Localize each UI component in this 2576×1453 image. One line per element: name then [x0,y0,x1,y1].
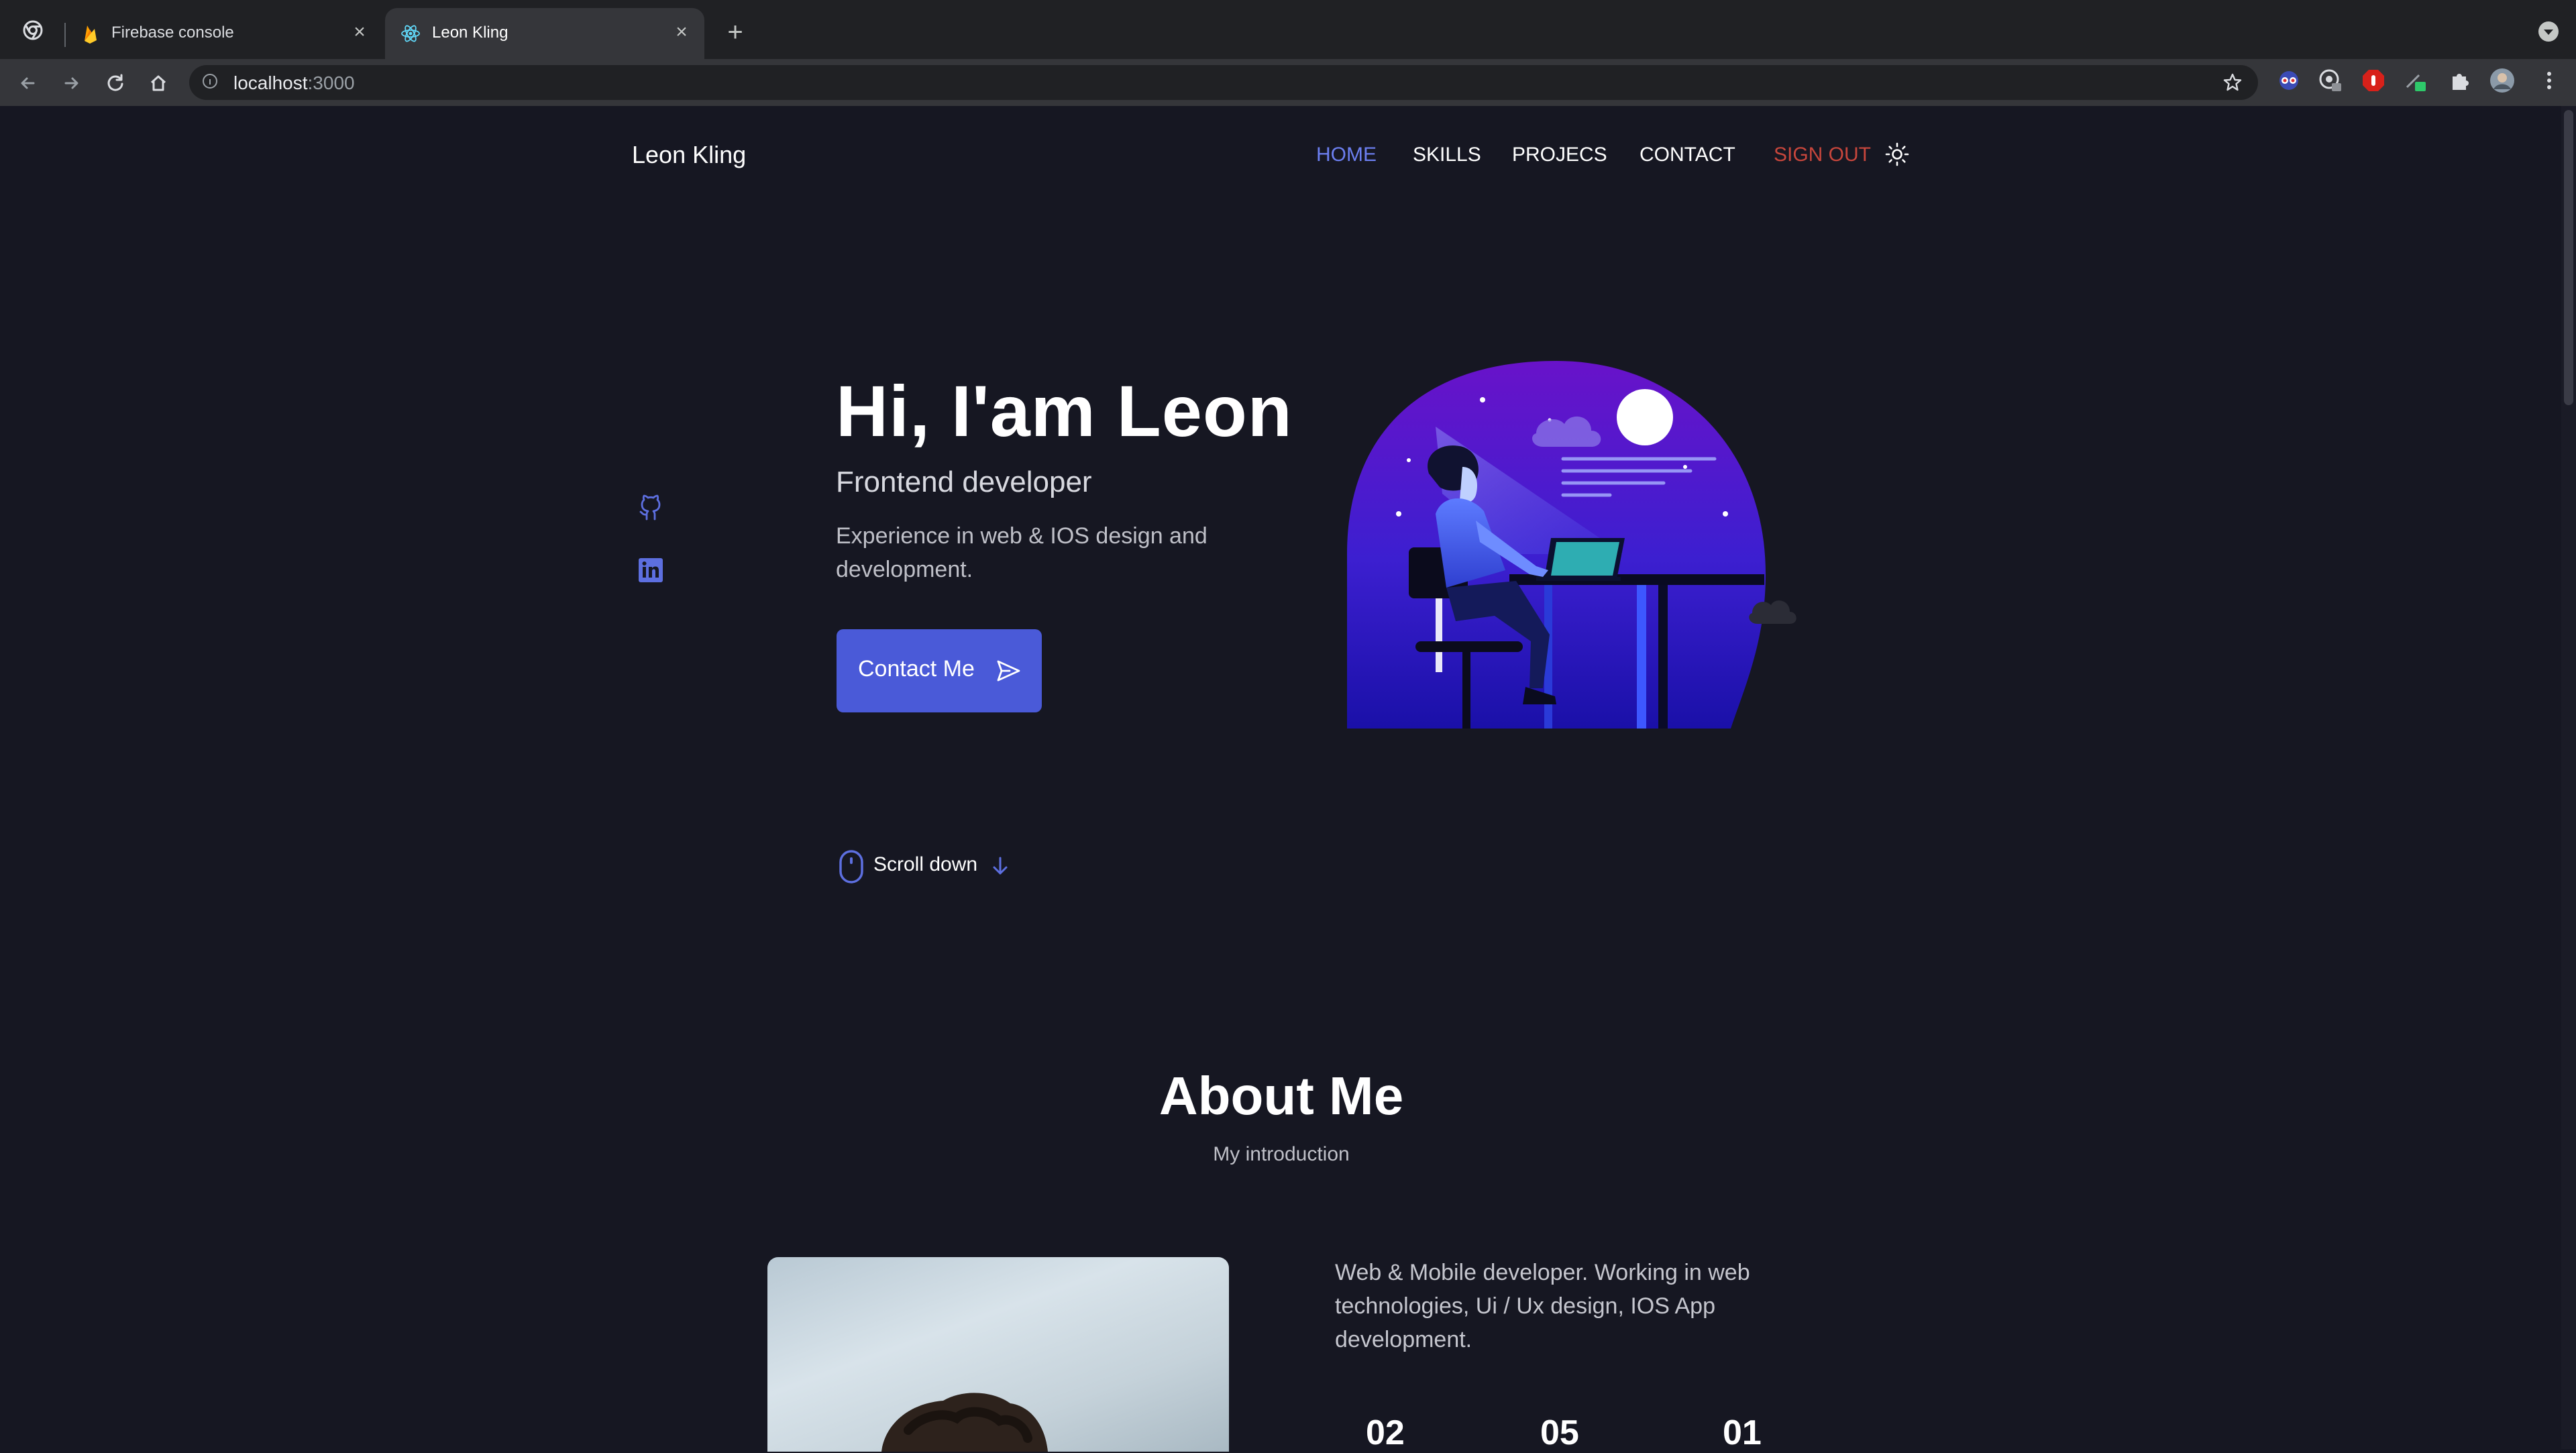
about-subtitle: My introduction [1213,1143,1350,1165]
tab-leon-kling[interactable]: Leon Kling × [385,8,704,59]
extension-chrome-cast-icon[interactable] [2317,67,2344,94]
tab-firebase-console[interactable]: Firebase console × [64,8,382,59]
profile-photo-image [881,1393,1048,1452]
about-title: About Me [1159,1066,1404,1126]
hero-title: Hi, I'am Leon [836,370,1293,451]
chrome-logo-icon [23,20,43,40]
close-tab-icon[interactable]: × [669,20,694,44]
new-tab-button[interactable]: + [720,19,750,48]
send-icon [997,660,1020,682]
firebase-icon [85,25,97,44]
nav-contact[interactable]: CONTACT [1640,144,1735,166]
tab-title: Leon Kling [432,23,508,42]
reload-icon[interactable] [101,68,130,98]
extension-glasses-icon[interactable] [2275,67,2302,94]
site-info-icon[interactable] [203,74,217,89]
site-brand[interactable]: Leon Kling [632,141,746,169]
forward-icon[interactable] [56,68,86,98]
browser-toolbar: localhost:3000 [0,59,2576,106]
contact-me-label: Contact Me [858,656,975,682]
nav-home[interactable]: HOME [1316,144,1377,166]
linkedin-icon[interactable] [637,557,664,584]
profile-avatar-icon[interactable] [2489,67,2516,94]
tab-title: Firebase console [111,23,234,42]
extension-adblock-icon[interactable] [2360,67,2387,94]
stat-value: 05 [1540,1413,1579,1452]
sign-out-link[interactable]: SIGN OUT [1774,144,1871,166]
close-tab-icon[interactable]: × [347,20,372,44]
browser-tabstrip: Firebase console × Leon Kling × + [0,0,2576,59]
url-text[interactable]: localhost:3000 [233,72,355,94]
extension-pen-icon[interactable] [2402,67,2428,94]
address-bar[interactable]: localhost:3000 [189,65,2258,100]
profile-photo [767,1257,1229,1452]
about-description: Web & Mobile developer. Working in web t… [1335,1260,1750,1352]
scroll-down-link[interactable]: Scroll down [839,845,1020,885]
page-scrollbar[interactable] [2561,106,2576,1449]
nav-skills[interactable]: SKILLS [1413,144,1481,166]
developer-illustration [1347,361,1796,729]
sun-theme-toggle-icon[interactable] [1884,141,1911,168]
contact-me-button[interactable]: Contact Me [837,629,1042,712]
bookmark-star-icon[interactable] [2222,72,2243,93]
back-icon[interactable] [13,68,43,98]
stat-value: 02 [1366,1413,1405,1452]
tab-search-icon[interactable] [2538,21,2559,42]
extensions-puzzle-icon[interactable] [2446,67,2473,94]
github-icon[interactable] [636,494,665,523]
portfolio-page: Leon Kling HOME SKILLS PROJECS CONTACT S… [0,106,2576,1452]
scrollbar-thumb[interactable] [2564,110,2573,405]
browser-menu-icon[interactable] [2536,67,2563,94]
hero-subtitle: Frontend developer [836,466,1092,498]
react-icon [401,25,420,42]
home-icon[interactable] [144,68,173,98]
stat-value: 01 [1723,1413,1762,1452]
scroll-down-label: Scroll down [873,853,978,875]
hero-description: Experience in web & IOS design and devel… [836,523,1208,582]
mouse-icon [839,850,863,883]
arrow-down-icon [993,857,1008,875]
nav-projects[interactable]: PROJECS [1512,144,1607,166]
